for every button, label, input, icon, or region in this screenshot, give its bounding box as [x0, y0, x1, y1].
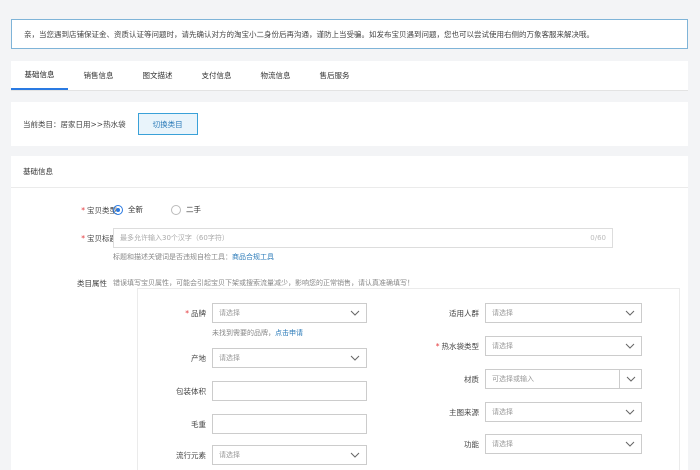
material-label: 材质: [464, 374, 479, 384]
apply-brand-link[interactable]: 点击申请: [275, 329, 303, 337]
attributes-panel: * 品牌 请选择 未找到需要的品牌，点击申请 产地 请选择 包装体积 毛重 流行元: [137, 288, 680, 470]
compliance-tool-link[interactable]: 商品合规工具: [232, 253, 274, 261]
material-field: 材质 可选择或输入: [411, 369, 642, 389]
required-mark: *: [185, 308, 189, 318]
material-placeholder: 可选择或输入: [492, 375, 534, 383]
basic-info-section: 基础信息 * 宝贝类型 全新 二手 * 宝贝标题 最多允许输入30个汉字（60字符）…: [11, 156, 688, 470]
bag-type-select[interactable]: 请选择: [485, 336, 642, 356]
notice-banner: 亲，当您遇到店铺保证金、资质认证等问题时，请先确认对方的淘宝小二身份后再沟通，谨…: [11, 19, 688, 49]
bag-type-label: * 热水袋类型: [435, 341, 479, 351]
radio-used-label: 二手: [186, 205, 201, 214]
brand-select[interactable]: 请选择: [212, 303, 367, 323]
required-mark: *: [81, 234, 85, 243]
package-volume-field: 包装体积: [138, 381, 367, 401]
category-bar: 当前类目：居家日用>>热水袋 切换类目: [11, 102, 688, 146]
attributes-label: 类目属性: [77, 279, 107, 288]
chevron-down-icon: [344, 349, 366, 367]
tab-description[interactable]: 图文描述: [129, 61, 186, 90]
chevron-down-icon: [619, 304, 641, 322]
brand-field: * 品牌 请选择: [138, 303, 367, 323]
item-title-input[interactable]: 最多允许输入30个汉字（60字符） 0/60: [113, 228, 613, 248]
style-label: 流行元素: [176, 450, 206, 460]
audience-field: 适用人群 请选择: [411, 303, 642, 323]
function-placeholder: 请选择: [492, 440, 513, 448]
bag-type-field: * 热水袋类型 请选择: [411, 336, 642, 356]
tab-after-sales[interactable]: 售后服务: [306, 61, 363, 90]
function-select[interactable]: 请选择: [485, 434, 642, 454]
chevron-down-icon: [344, 446, 366, 464]
chevron-down-icon: [619, 337, 641, 355]
pattern-source-placeholder: 请选择: [492, 408, 513, 416]
current-category: 当前类目：居家日用>>热水袋: [23, 119, 126, 129]
chevron-down-icon: [619, 403, 641, 421]
function-field: 功能 请选择: [411, 434, 642, 454]
brand-placeholder: 请选择: [219, 309, 240, 317]
origin-field: 产地 请选择: [138, 348, 367, 368]
chevron-down-icon: [344, 304, 366, 322]
notice-text: 亲，当您遇到店铺保证金、资质认证等问题时，请先确认对方的淘宝小二身份后再沟通，谨…: [24, 29, 594, 39]
tab-logistics-info[interactable]: 物流信息: [247, 61, 304, 90]
function-label: 功能: [464, 439, 479, 449]
switch-category-button[interactable]: 切换类目: [137, 113, 198, 135]
audience-placeholder: 请选择: [492, 309, 513, 317]
gross-weight-field: 毛重: [138, 414, 367, 434]
audience-select[interactable]: 请选择: [485, 303, 642, 323]
chevron-down-icon: [619, 435, 641, 453]
item-title-label: * 宝贝标题: [81, 234, 117, 243]
package-volume-input[interactable]: [212, 381, 367, 401]
origin-label: 产地: [191, 353, 206, 363]
brand-hint: 未找到需要的品牌，点击申请: [212, 329, 303, 337]
required-mark: *: [435, 341, 440, 351]
item-type-label: * 宝贝类型: [81, 206, 117, 215]
style-placeholder: 请选择: [219, 451, 240, 459]
item-type-radio-group: 全新 二手: [113, 204, 229, 215]
gross-weight-label: 毛重: [191, 419, 206, 429]
style-field: 流行元素 请选择: [138, 445, 367, 465]
audience-label: 适用人群: [449, 308, 479, 318]
package-volume-label: 包装体积: [176, 386, 206, 396]
gross-weight-input[interactable]: [212, 414, 367, 434]
item-title-placeholder: 最多允许输入30个汉字（60字符）: [120, 234, 229, 242]
tab-sales-info[interactable]: 销售信息: [70, 61, 127, 90]
radio-new-label: 全新: [128, 205, 143, 214]
radio-used[interactable]: [171, 204, 181, 215]
section-title: 基础信息: [11, 156, 688, 188]
tab-basic-info[interactable]: 基础信息: [11, 61, 68, 90]
tab-bar: 基础信息 销售信息 图文描述 支付信息 物流信息 售后服务: [11, 61, 688, 91]
origin-placeholder: 请选择: [219, 354, 240, 362]
pattern-source-label: 主图来源: [449, 407, 479, 417]
style-select[interactable]: 请选择: [212, 445, 367, 465]
origin-select[interactable]: 请选择: [212, 348, 367, 368]
item-title-hint: 标题和描述关键词是否违规自检工具：商品合规工具: [113, 253, 274, 261]
pattern-source-select[interactable]: 请选择: [485, 402, 642, 422]
tab-payment-info[interactable]: 支付信息: [188, 61, 245, 90]
radio-new[interactable]: [113, 204, 123, 215]
bag-type-placeholder: 请选择: [492, 342, 513, 350]
item-title-counter: 0/60: [590, 234, 606, 242]
required-mark: *: [81, 206, 85, 215]
chevron-down-icon[interactable]: [619, 370, 641, 388]
pattern-source-field: 主图来源 请选择: [411, 402, 642, 422]
attributes-hint: 错误填写宝贝属性，可能会引起宝贝下架或搜索流量减少，影响您的正常销售，请认真准确…: [113, 279, 414, 287]
brand-label: * 品牌: [185, 308, 206, 318]
material-combobox[interactable]: 可选择或输入: [485, 369, 642, 389]
